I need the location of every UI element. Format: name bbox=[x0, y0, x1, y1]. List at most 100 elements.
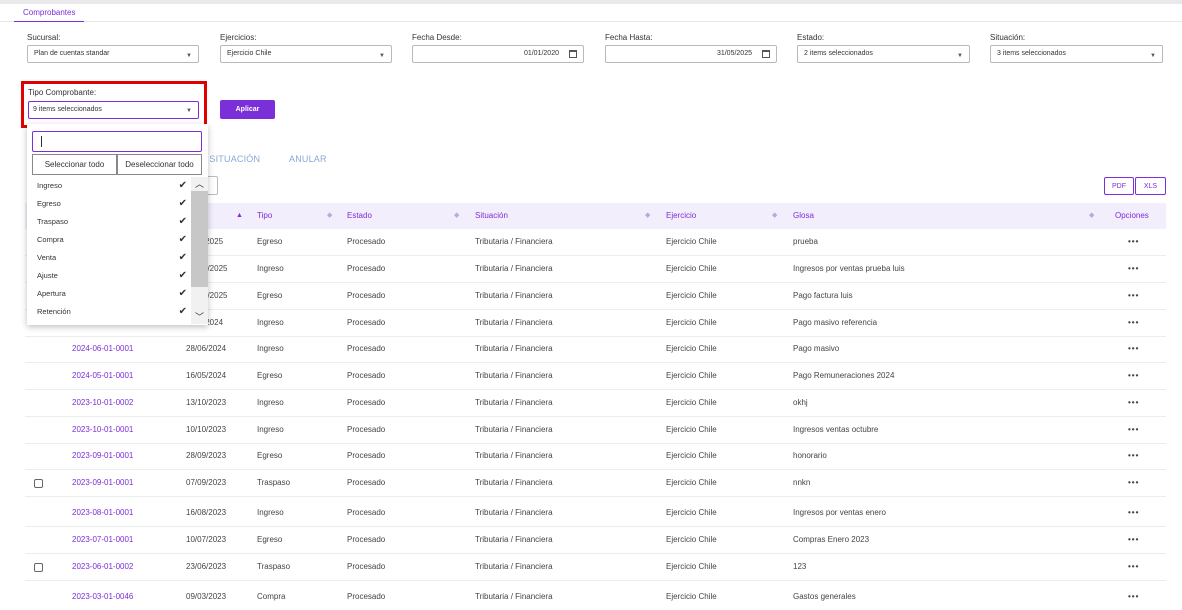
row-numero[interactable]: 2024-05-01-0001 bbox=[72, 363, 133, 389]
row-situacion: Tributaria / Financiera bbox=[475, 478, 553, 487]
more-horizontal-icon[interactable]: ••• bbox=[1128, 500, 1139, 526]
calendar-icon[interactable] bbox=[569, 50, 577, 58]
more-horizontal-icon[interactable]: ••• bbox=[1128, 527, 1139, 553]
sort-icon[interactable]: ◆ bbox=[454, 203, 459, 229]
row-tipo: Egreso bbox=[257, 291, 283, 300]
option-venta[interactable]: Venta ✔ bbox=[37, 249, 187, 267]
table-row[interactable]: 2024-06-01-0001 28/06/2024 Ingreso Proce… bbox=[25, 336, 1166, 363]
table-row[interactable]: 2023-10-01-0001 10/10/2023 Ingreso Proce… bbox=[25, 417, 1166, 444]
table-row[interactable]: 2023-10-01-0002 13/10/2023 Ingreso Proce… bbox=[25, 390, 1166, 417]
tipo-comprobante-select[interactable]: 9 items seleccionados ▼ bbox=[28, 101, 199, 119]
row-numero[interactable]: 2023-10-01-0002 bbox=[72, 390, 133, 416]
ejercicios-select[interactable]: Ejercicio Chile ▼ bbox=[220, 45, 392, 63]
chevron-down-icon[interactable]: ﹀ bbox=[191, 310, 208, 324]
option-retencion[interactable]: Retención ✔ bbox=[37, 303, 187, 321]
more-horizontal-icon[interactable]: ••• bbox=[1128, 584, 1139, 610]
more-horizontal-icon[interactable]: ••• bbox=[1128, 256, 1139, 282]
anular-button[interactable]: ANULAR bbox=[289, 154, 327, 164]
row-numero[interactable]: 2023-03-01-0046 bbox=[72, 584, 133, 610]
more-horizontal-icon[interactable]: ••• bbox=[1128, 417, 1139, 443]
table-row[interactable]: 2023-08-01-0001 16/08/2023 Ingreso Proce… bbox=[25, 500, 1166, 527]
row-estado: Procesado bbox=[347, 478, 386, 487]
header-ejercicio[interactable]: Ejercicio bbox=[666, 203, 696, 229]
filter-fecha-desde: Fecha Desde: 01/01/2020 bbox=[412, 33, 584, 63]
more-horizontal-icon[interactable]: ••• bbox=[1128, 229, 1139, 255]
situacion-select[interactable]: 3 items seleccionados ▼ bbox=[990, 45, 1163, 63]
option-traspaso[interactable]: Traspaso ✔ bbox=[37, 213, 187, 231]
option-ajuste[interactable]: Ajuste ✔ bbox=[37, 267, 187, 285]
more-horizontal-icon[interactable]: ••• bbox=[1128, 470, 1139, 496]
option-ingreso[interactable]: Ingreso ✔ bbox=[37, 177, 187, 195]
table-row[interactable]: 2023-07-01-0001 10/07/2023 Egreso Proces… bbox=[25, 527, 1166, 554]
option-compra[interactable]: Compra ✔ bbox=[37, 231, 187, 249]
dropdown-search-input[interactable] bbox=[32, 131, 202, 152]
table-row[interactable]: 2024-05-01-0001 16/05/2024 Egreso Proces… bbox=[25, 363, 1166, 390]
select-all-button[interactable]: Seleccionar todo bbox=[32, 154, 117, 175]
row-numero[interactable]: 2023-07-01-0001 bbox=[72, 527, 133, 553]
export-xls-button[interactable]: XLS bbox=[1135, 177, 1166, 195]
fecha-desde-input[interactable]: 01/01/2020 bbox=[412, 45, 584, 63]
more-horizontal-icon[interactable]: ••• bbox=[1128, 310, 1139, 336]
sucursal-label: Sucursal: bbox=[27, 33, 61, 42]
estado-select[interactable]: 2 items seleccionados ▼ bbox=[797, 45, 970, 63]
caret-down-icon: ▼ bbox=[1150, 53, 1156, 59]
row-fecha: 16/08/2023 bbox=[186, 508, 227, 517]
more-horizontal-icon[interactable]: ••• bbox=[1128, 390, 1139, 416]
more-horizontal-icon[interactable]: ••• bbox=[1128, 363, 1139, 389]
apply-button[interactable]: Aplicar bbox=[220, 100, 275, 119]
row-numero[interactable]: 2024-06-01-0001 bbox=[72, 336, 133, 362]
calendar-icon[interactable] bbox=[762, 50, 770, 58]
row-numero[interactable]: 2023-09-01-0001 bbox=[72, 470, 133, 496]
row-ejercicio: Ejercicio Chile bbox=[666, 451, 717, 460]
sort-asc-icon[interactable]: ▲ bbox=[236, 203, 243, 229]
check-icon: ✔ bbox=[178, 270, 187, 281]
sucursal-select[interactable]: Plan de cuentas standar ▼ bbox=[27, 45, 199, 63]
more-horizontal-icon[interactable]: ••• bbox=[1128, 554, 1139, 580]
sort-icon[interactable]: ◆ bbox=[772, 203, 777, 229]
row-checkbox[interactable] bbox=[34, 563, 43, 572]
row-checkbox[interactable] bbox=[34, 479, 43, 488]
chevron-up-icon[interactable]: ︿ bbox=[191, 177, 208, 191]
header-situacion[interactable]: Situación bbox=[475, 203, 508, 229]
sort-icon[interactable]: ◆ bbox=[327, 203, 332, 229]
header-glosa[interactable]: Glosa bbox=[793, 203, 814, 229]
header-estado[interactable]: Estado bbox=[347, 203, 372, 229]
row-ejercicio: Ejercicio Chile bbox=[666, 344, 717, 353]
scrollbar-thumb[interactable] bbox=[191, 191, 208, 287]
more-horizontal-icon[interactable]: ••• bbox=[1128, 336, 1139, 362]
row-estado: Procesado bbox=[347, 398, 386, 407]
row-numero[interactable]: 2023-10-01-0001 bbox=[72, 417, 133, 443]
header-tipo[interactable]: Tipo bbox=[257, 203, 272, 229]
row-numero[interactable]: 2023-08-01-0001 bbox=[72, 500, 133, 526]
more-horizontal-icon[interactable]: ••• bbox=[1128, 283, 1139, 309]
table-row[interactable]: 2023-06-01-0002 23/06/2023 Traspaso Proc… bbox=[25, 554, 1166, 581]
option-egreso[interactable]: Egreso ✔ bbox=[37, 195, 187, 213]
row-tipo: Ingreso bbox=[257, 344, 284, 353]
row-tipo: Compra bbox=[257, 592, 286, 601]
row-numero[interactable]: 2023-06-01-0002 bbox=[72, 554, 133, 580]
filter-ejercicios: Ejercicios: Ejercicio Chile ▼ bbox=[220, 33, 392, 63]
export-pdf-button[interactable]: PDF bbox=[1104, 177, 1134, 195]
dropdown-scrollbar[interactable]: ︿ ﹀ bbox=[191, 177, 208, 324]
deselect-all-button[interactable]: Deseleccionar todo bbox=[117, 154, 202, 175]
row-ejercicio: Ejercicio Chile bbox=[666, 318, 717, 327]
option-apertura[interactable]: Apertura ✔ bbox=[37, 285, 187, 303]
tipo-comprobante-dropdown: Seleccionar todo Deseleccionar todo Ingr… bbox=[27, 124, 208, 325]
table-row[interactable]: 2023-03-01-0046 09/03/2023 Compra Proces… bbox=[25, 584, 1166, 610]
sort-icon[interactable]: ◆ bbox=[645, 203, 650, 229]
cambiar-situacion-button[interactable]: R SITUACIÓN bbox=[200, 154, 260, 164]
estado-label: Estado: bbox=[797, 33, 825, 42]
check-icon: ✔ bbox=[178, 198, 187, 209]
row-numero[interactable]: 2023-09-01-0001 bbox=[72, 443, 133, 469]
option-label: Egreso bbox=[37, 199, 61, 208]
table-row[interactable]: 2023-09-01-0001 07/09/2023 Traspaso Proc… bbox=[25, 470, 1166, 497]
more-horizontal-icon[interactable]: ••• bbox=[1128, 443, 1139, 469]
dropdown-options-list: Ingreso ✔ Egreso ✔ Traspaso ✔ Compra ✔ V… bbox=[27, 177, 191, 325]
table-row[interactable]: 2023-09-01-0001 28/09/2023 Egreso Proces… bbox=[25, 443, 1166, 470]
fecha-hasta-input[interactable]: 31/05/2025 bbox=[605, 45, 777, 63]
row-fecha: 10/07/2023 bbox=[186, 535, 227, 544]
tab-comprobantes[interactable]: Comprobantes bbox=[14, 4, 85, 22]
sort-icon[interactable]: ◆ bbox=[1089, 203, 1094, 229]
row-glosa: 123 bbox=[793, 562, 807, 571]
filter-situacion: Situación: 3 items seleccionados ▼ bbox=[990, 33, 1163, 63]
